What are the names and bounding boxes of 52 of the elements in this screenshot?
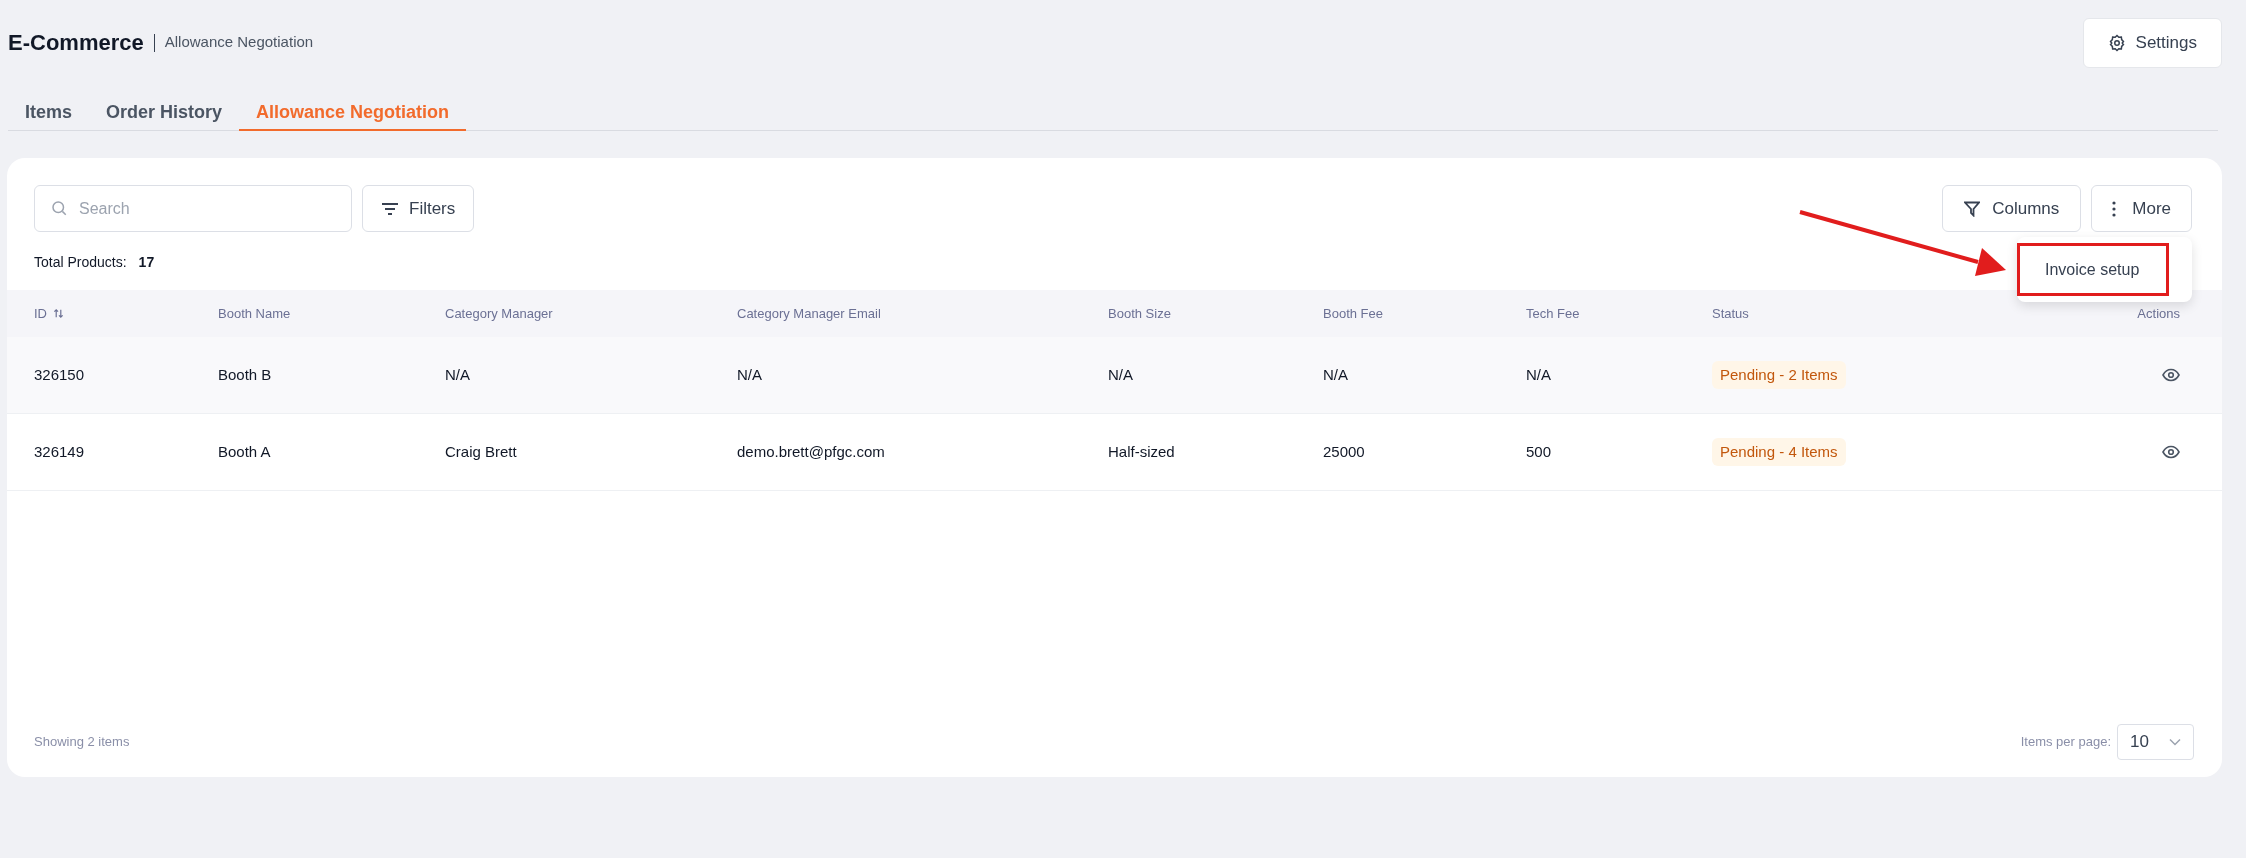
settings-button[interactable]: Settings: [2082, 18, 2222, 68]
tab[interactable]: Order History: [89, 95, 240, 131]
column-header: Actions: [2137, 304, 2180, 323]
column-header: Booth Size: [1108, 304, 1172, 323]
table-cell: N/A: [1323, 365, 1348, 383]
sort-icon: [53, 308, 64, 319]
search-icon: [50, 199, 68, 217]
table-row[interactable]: 326150 Booth B N/A N/A N/A N/A N/A Pending - 2 Items: [7, 337, 2222, 414]
chevron-down-icon: [2169, 738, 2181, 746]
table-cell: Half-sized: [1108, 442, 1175, 460]
status-badge: Pending - 2 Items: [1712, 360, 1846, 390]
app-title: E-Commerce: [8, 29, 144, 57]
status-badge: Pending - 4 Items: [1712, 437, 1846, 467]
table-cell: Booth A: [218, 442, 271, 460]
column-header[interactable]: ID: [34, 303, 218, 324]
eye-icon: [2162, 445, 2180, 459]
columns-button[interactable]: Columns: [1942, 185, 2082, 232]
funnel-icon: [1964, 200, 1981, 217]
more-vertical-icon: [2112, 200, 2117, 217]
column-header: Booth Fee: [1323, 304, 1384, 323]
table-cell: N/A: [737, 365, 762, 383]
filter-lines-icon: [381, 201, 399, 216]
more-button[interactable]: More: [2091, 185, 2192, 232]
table-cell: N/A: [445, 365, 470, 383]
settings-icon: [2107, 34, 2126, 52]
showing-count: Showing 2 items: [34, 733, 130, 752]
table-cell: Booth B: [218, 365, 272, 383]
items-per-page-label: Items per page:: [2020, 733, 2111, 752]
menu-item[interactable]: Invoice setup: [2017, 243, 2169, 296]
table-cell: Craig Brett: [445, 442, 517, 460]
column-header: Category Manager Email: [737, 304, 882, 323]
column-header: Category Manager: [445, 304, 554, 323]
table-cell: 326150: [34, 365, 85, 383]
page-subtitle: Allowance Negotiation: [164, 32, 314, 53]
column-header: Tech Fee: [1526, 304, 1581, 323]
table-cell: 25000: [1323, 442, 1365, 460]
table-cell: N/A: [1108, 365, 1133, 383]
search-field[interactable]: Search: [34, 185, 352, 232]
column-header: Booth Name: [218, 304, 292, 323]
total-products-label: Total Products:: [34, 253, 127, 272]
table-cell: N/A: [1526, 365, 1551, 383]
view-button[interactable]: [2162, 368, 2180, 382]
items-per-page-select[interactable]: 10: [2117, 724, 2194, 760]
column-header: Status: [1712, 304, 1750, 323]
tab[interactable]: Items: [8, 95, 90, 131]
table-cell: demo.brett@pfgc.com: [737, 442, 885, 460]
table-cell: 500: [1526, 442, 1552, 460]
view-button[interactable]: [2162, 445, 2180, 459]
eye-icon: [2162, 368, 2180, 382]
filters-button[interactable]: Filters: [362, 185, 475, 232]
total-products-count: 17: [138, 253, 155, 272]
table-cell: 326149: [34, 442, 85, 460]
